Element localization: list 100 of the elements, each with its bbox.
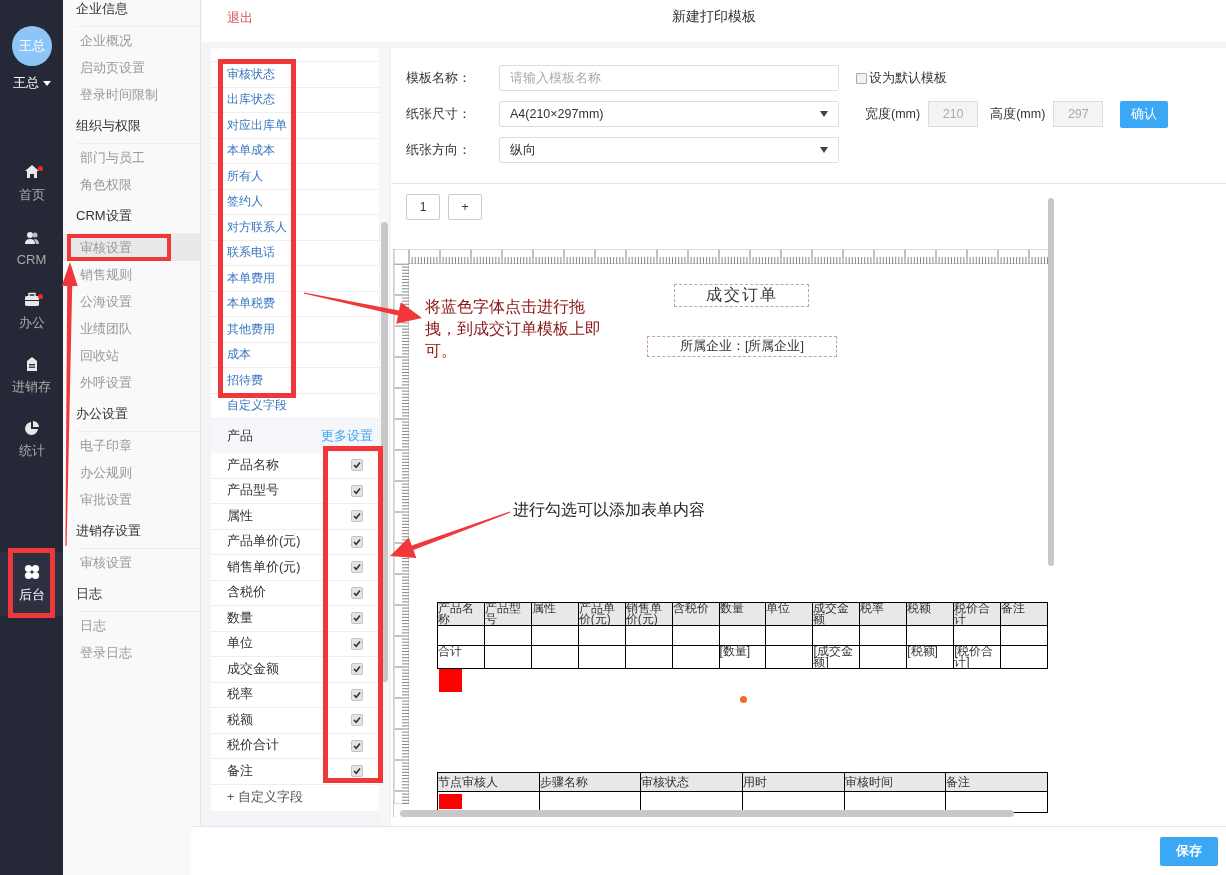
table-header: 步骤名称	[539, 772, 641, 792]
field-label: 产品型号	[227, 482, 279, 500]
table-header: 产品单价(元)	[578, 602, 626, 626]
field-item[interactable]: 对应出库单	[211, 113, 379, 139]
nav-item[interactable]: 首页	[0, 152, 63, 216]
field-label: 税价合计	[227, 737, 279, 755]
checkbox[interactable]	[351, 688, 363, 701]
menu-item[interactable]: 办公规则	[80, 458, 200, 486]
menu-item[interactable]: 登录日志	[80, 638, 200, 666]
nav-item[interactable]: CRM	[0, 216, 63, 280]
scrollbar[interactable]	[400, 810, 1014, 817]
checkbox[interactable]	[351, 637, 363, 650]
checkbox[interactable]	[351, 663, 363, 676]
table-header: 产品名称	[437, 602, 485, 626]
template-name-input[interactable]: 请输入模板名称	[499, 65, 839, 91]
checkbox[interactable]	[351, 561, 363, 574]
dropdown-arrow-icon	[820, 111, 828, 117]
field-label: 产品名称	[227, 456, 279, 474]
field-label: 属性	[227, 507, 253, 525]
table-cell: [税价合计]	[953, 645, 1001, 669]
field-item[interactable]: 招待费	[211, 368, 379, 394]
menu-item[interactable]: 启动页设置	[80, 53, 200, 81]
user-menu[interactable]: 王总	[12, 74, 51, 92]
nav-item[interactable]: 办公	[0, 280, 63, 344]
menu-item[interactable]: 企业概况	[80, 26, 200, 54]
menu-item[interactable]: 回收站	[80, 341, 200, 369]
menu-item[interactable]: 销售规则	[80, 260, 200, 288]
orientation-select[interactable]: 纵向	[499, 137, 839, 163]
table-cell	[859, 645, 907, 669]
checkbox[interactable]	[351, 459, 363, 472]
template-title[interactable]: 成交订单	[674, 284, 809, 307]
table-header: 属性	[531, 602, 579, 626]
checkbox[interactable]	[351, 714, 363, 727]
nav-item[interactable]: 进销存	[0, 344, 63, 408]
checkbox[interactable]	[351, 484, 363, 497]
table-cell: [数量]	[719, 645, 766, 669]
anchor-dot[interactable]	[740, 696, 747, 703]
page-tab[interactable]: 1	[406, 194, 440, 220]
field-item[interactable]: 联系电话	[211, 240, 379, 266]
table-cell	[1000, 645, 1048, 669]
company-field[interactable]: 所属企业：[所属企业]	[647, 336, 837, 357]
checkbox[interactable]	[351, 765, 363, 778]
table-header: 税率	[859, 602, 907, 626]
table-cell	[672, 625, 720, 646]
confirm-button[interactable]: 确认	[1120, 100, 1169, 128]
nav-item[interactable]: 统计	[0, 408, 63, 472]
menu-item[interactable]: 审核设置	[80, 548, 200, 576]
field-item[interactable]: 对方联系人	[211, 215, 379, 241]
table-cell: [成交金额]	[812, 645, 860, 669]
field-item[interactable]: 本单费用	[211, 266, 379, 292]
field-item[interactable]: 审核状态	[211, 62, 379, 88]
field-label: 纸张尺寸：	[406, 105, 472, 123]
table-cell	[765, 625, 813, 646]
checkbox[interactable]	[351, 586, 363, 599]
table-cell	[625, 625, 673, 646]
table-cell	[812, 625, 860, 646]
menu-item[interactable]: 角色权限	[80, 170, 200, 198]
scrollbar[interactable]	[380, 48, 389, 823]
menu-group-title: 企业信息	[76, 0, 200, 27]
page-tab[interactable]: +	[448, 194, 482, 220]
field-label: 销售单价(元)	[227, 558, 301, 576]
checkbox[interactable]	[351, 535, 363, 548]
field-item[interactable]: 其他费用	[211, 317, 379, 343]
table-cell	[484, 645, 532, 669]
field-label: 税率	[227, 686, 253, 704]
field-item[interactable]: 出库状态	[211, 87, 379, 113]
menu-item[interactable]: 电子印章	[80, 431, 200, 459]
table-header: 含税价	[672, 602, 720, 626]
table-cell	[859, 625, 907, 646]
menu-item[interactable]: 外呼设置	[80, 368, 200, 396]
menu-item[interactable]: 公海设置	[80, 287, 200, 315]
field-item[interactable]: 本单成本	[211, 138, 379, 164]
field-item[interactable]: 成本	[211, 342, 379, 368]
menu-item[interactable]: 登录时间限制	[80, 80, 200, 108]
field-label: 税额	[227, 711, 253, 729]
checkbox[interactable]	[856, 72, 867, 84]
people-icon	[23, 229, 40, 246]
menu-item[interactable]: 审批设置	[80, 485, 200, 513]
table-cell	[484, 625, 532, 646]
resize-handle[interactable]	[439, 669, 462, 692]
field-label: 成交金额	[227, 660, 279, 678]
resize-handle[interactable]	[439, 794, 462, 809]
field-item[interactable]: 签约人	[211, 189, 379, 215]
checkbox[interactable]	[351, 612, 363, 625]
table-cell	[953, 625, 1001, 646]
menu-item[interactable]: 部门与员工	[80, 143, 200, 171]
field-label: 备注	[227, 762, 253, 780]
table-cell	[672, 645, 720, 669]
checkbox[interactable]	[351, 739, 363, 752]
add-custom-field-button[interactable]: + 自定义字段	[211, 784, 379, 811]
field-label: 宽度(mm)	[865, 105, 921, 123]
grid-icon	[23, 564, 40, 580]
menu-item[interactable]: 日志	[80, 611, 200, 639]
menu-item[interactable]: 业绩团队	[80, 314, 200, 342]
checkbox[interactable]	[351, 510, 363, 523]
paper-size-select[interactable]: A4(210×297mm)	[499, 101, 839, 127]
menu-group-title: CRM设置	[76, 197, 200, 234]
exit-link[interactable]: 退出	[227, 9, 253, 27]
field-item[interactable]: 所有人	[211, 164, 379, 190]
save-button[interactable]: 保存	[1160, 836, 1218, 866]
